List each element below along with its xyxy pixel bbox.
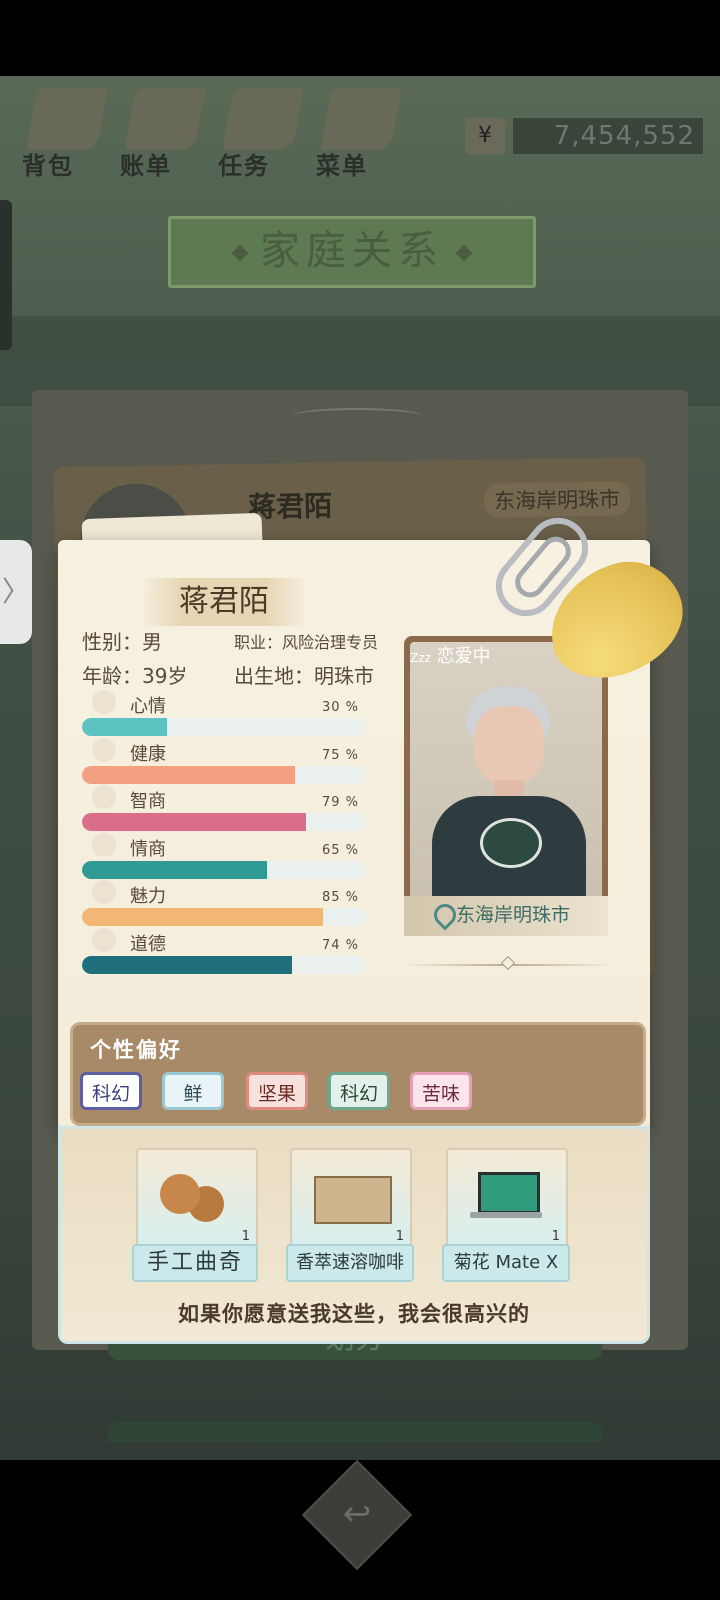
diamond-icon [455, 244, 473, 262]
nav-backpack[interactable]: 背包 [22, 88, 112, 180]
gift-item-cookie[interactable]: 1 [136, 1148, 258, 1248]
contact-location: 东海岸明珠市 [483, 481, 631, 518]
nav-label: 背包 [22, 152, 74, 180]
stat-percent: 65 % [322, 842, 360, 858]
smile-icon [92, 690, 116, 714]
stat-bar-fill [82, 765, 295, 784]
gift-count: 1 [395, 1229, 404, 1244]
preference-tag-scifi: 科幻 [80, 1072, 142, 1110]
stat-label: 心情 [130, 696, 166, 717]
side-edge [0, 200, 12, 350]
stat-percent: 74 % [322, 937, 360, 953]
sparkle-icon [92, 880, 116, 904]
diamond-icon [231, 244, 249, 262]
preference-tag-nuts: 坚果 [246, 1072, 308, 1110]
nav-task[interactable]: 任务 [218, 88, 308, 180]
gift-name: 香萃速溶咖啡 [286, 1244, 414, 1282]
gift-item-laptop[interactable]: 1 [446, 1148, 568, 1248]
gift-name: 手工曲奇 [132, 1244, 258, 1282]
globe-icon [480, 818, 542, 868]
preference-tag-bitter: 苦味 [410, 1072, 472, 1110]
stat-bar [82, 860, 366, 879]
stat-bar-fill [82, 860, 267, 879]
portrait-location: 东海岸明珠市 [456, 904, 571, 926]
task-icon [222, 88, 304, 150]
money-display: ¥ 7,454,552 [465, 118, 705, 158]
heart-icon [92, 737, 116, 762]
stat-bar-fill [82, 908, 324, 926]
gift-count: 1 [241, 1229, 250, 1244]
stat-label: 健康 [130, 743, 166, 765]
stat-bar [82, 718, 366, 736]
stat-bar [82, 908, 366, 926]
preferences-title: 个性偏好 [90, 1038, 182, 1062]
back-arrow-icon: ↩ [342, 1494, 372, 1534]
bill-icon [124, 88, 206, 150]
stat-percent: 85 % [322, 890, 360, 905]
stat-label: 道德 [130, 933, 166, 955]
yen-icon: ¥ [465, 118, 505, 154]
stat-bar-fill [82, 813, 307, 831]
stat-percent: 30 % [322, 700, 360, 715]
stat-label: 智商 [130, 791, 166, 812]
background-action-button-2 [108, 1422, 602, 1442]
laptop-base [470, 1212, 542, 1218]
page-title: 家庭关系 [168, 216, 536, 288]
page-title-text: 家庭关系 [260, 228, 444, 274]
stat-bar [82, 955, 366, 974]
preference-tag-fresh: 鲜 [162, 1072, 224, 1110]
lightbulb-icon [92, 785, 116, 809]
character-face [474, 706, 544, 786]
stat-percent: 79 % [322, 795, 360, 810]
backpack-icon [26, 88, 108, 150]
scales-icon [92, 927, 116, 952]
status-bar [0, 0, 720, 76]
menu-icon [320, 88, 402, 150]
apple-icon [92, 832, 116, 857]
gift-name: 菊花 Mate X [442, 1244, 570, 1282]
coffee-box-icon [314, 1176, 392, 1224]
gift-count: 1 [551, 1229, 560, 1244]
birthplace: 出生地：明珠市 [234, 664, 374, 688]
relationship-status: Zzz 恋爱中 [410, 642, 491, 668]
stat-bar-fill [82, 718, 168, 736]
profile-name: 蒋君陌 [179, 584, 269, 619]
stat-label: 情商 [130, 838, 166, 860]
stat-bar [82, 765, 366, 784]
stat-bar [82, 813, 366, 831]
stat-percent: 75 % [322, 747, 360, 763]
gift-message: 如果你愿意送我这些，我会很高兴的 [178, 1302, 530, 1326]
nav-label: 账单 [120, 152, 172, 180]
stat-bar-fill [82, 955, 293, 974]
nav-label: 任务 [218, 152, 270, 180]
nav-bill[interactable]: 账单 [120, 88, 210, 180]
laptop-icon [478, 1172, 540, 1214]
ornament [292, 408, 422, 424]
preference-tag-scifi-2: 科幻 [328, 1072, 390, 1110]
cookie-icon [160, 1174, 200, 1214]
money-amount: 7,454,552 [513, 118, 703, 154]
nav-menu[interactable]: 菜单 [316, 88, 406, 180]
side-expand-handle[interactable]: 〉 [0, 540, 32, 644]
nav-label: 菜单 [316, 152, 368, 180]
gift-item-coffee[interactable]: 1 [290, 1148, 412, 1248]
occupation: 职业：风险治理专员 [234, 633, 379, 652]
stat-label: 魅力 [130, 886, 166, 907]
status-text: 恋爱中 [436, 646, 491, 667]
gender: 性别：男 [82, 630, 162, 654]
age: 年龄：39岁 [82, 664, 188, 688]
sleep-icon: Zzz [410, 651, 431, 665]
